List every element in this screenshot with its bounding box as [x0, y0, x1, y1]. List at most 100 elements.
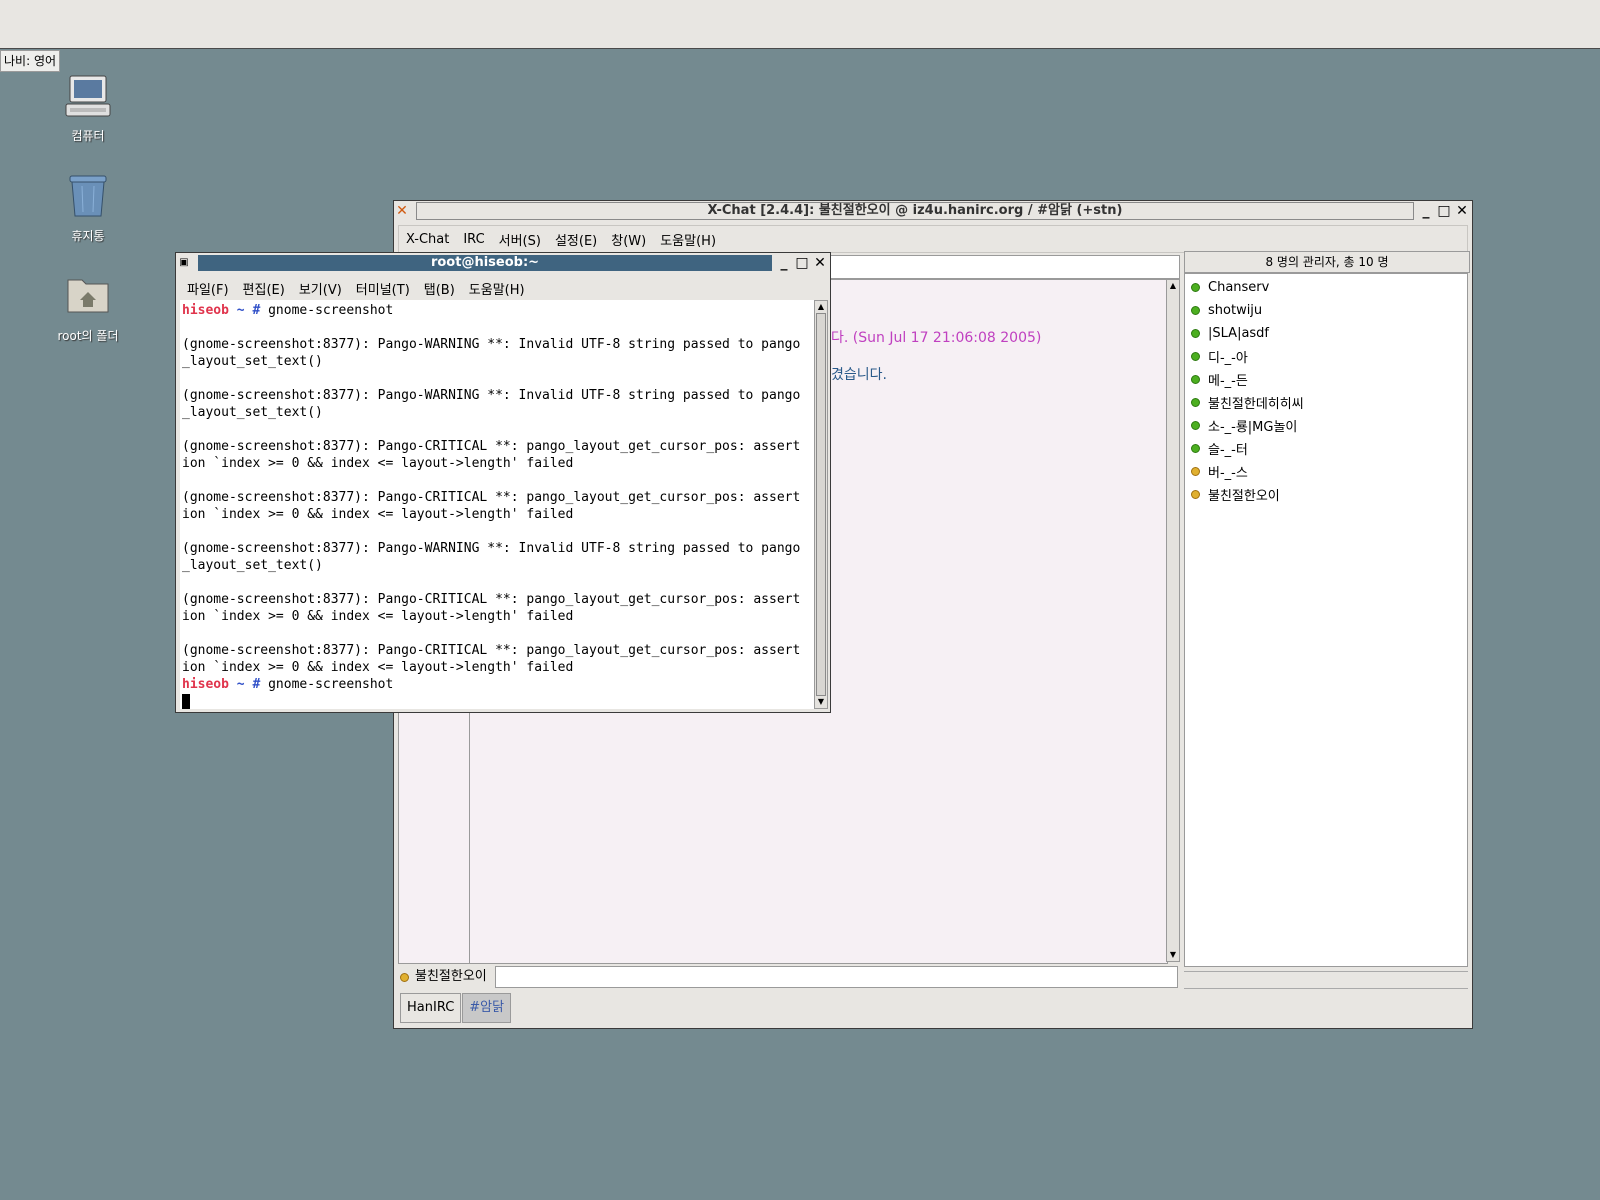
desktop-icon-label: 컴퓨터: [71, 129, 105, 143]
menu-irc[interactable]: IRC: [456, 232, 491, 247]
scroll-thumb[interactable]: [816, 313, 826, 696]
scroll-down-arrow-icon[interactable]: ▼: [815, 696, 827, 708]
user-nick: shotwiju: [1208, 303, 1263, 318]
computer-icon: [65, 75, 111, 117]
terminal-line: (gnome-screenshot:8377): Pango-WARNING *…: [182, 337, 801, 352]
desktop-icon-computer[interactable]: 컴퓨터: [38, 72, 138, 144]
terminal-title: root@hiseob:~: [198, 255, 772, 271]
desktop-icon-home-folder[interactable]: root의 폴더: [38, 272, 138, 344]
terminal-titlebar[interactable]: ▣ root@hiseob:~ _ □ ✕: [176, 253, 830, 273]
user-list[interactable]: Chanserv shotwiju |SLA|asdf 디-_-아 메-_-든 …: [1184, 273, 1468, 967]
voice-status-icon: [400, 972, 409, 982]
desktop-icon-trash[interactable]: 휴지통: [38, 172, 138, 244]
user-list-item[interactable]: 불친절한데히히씨: [1185, 391, 1467, 414]
user-list-item[interactable]: shotwiju: [1185, 299, 1467, 322]
terminal-line: hiseob ~ # gnome-screenshot: [182, 302, 812, 319]
scroll-down-arrow-icon[interactable]: ▼: [1167, 949, 1179, 961]
menu-server[interactable]: 서버(S): [492, 230, 548, 249]
chat-line: 겼습니다.: [831, 367, 887, 383]
user-list-item[interactable]: |SLA|asdf: [1185, 322, 1467, 345]
menu-view[interactable]: 보기(V): [292, 279, 349, 298]
close-button[interactable]: ✕: [1454, 203, 1470, 219]
prompt-command: gnome-screenshot: [268, 303, 394, 318]
scroll-up-arrow-icon[interactable]: ▲: [815, 301, 827, 313]
menu-window[interactable]: 창(W): [604, 230, 653, 249]
terminal-line: [182, 693, 812, 709]
prompt-symbol: ~ #: [236, 677, 261, 692]
user-list-item[interactable]: 소-_-룡|MG놀이: [1185, 414, 1467, 437]
tab-hanirc[interactable]: HanIRC: [400, 993, 462, 1023]
terminal-line: ion `index >= 0 && index <= layout->leng…: [182, 660, 574, 675]
voice-status-icon: [1191, 467, 1200, 476]
xchat-titlebar[interactable]: ✕ X-Chat [2.4.4]: 불친절한오이 @ iz4u.hanirc.o…: [394, 201, 1472, 221]
trash-icon: [69, 175, 107, 217]
user-nick: 불친절한데히히씨: [1208, 397, 1304, 412]
menu-file[interactable]: 파일(F): [180, 279, 236, 298]
chat-line: 다. (Sun Jul 17 21:06:08 2005): [831, 330, 1042, 346]
user-nick: 슬-_-터: [1208, 443, 1248, 458]
nick-button[interactable]: 불친절한오이: [398, 966, 494, 988]
op-status-icon: [1191, 283, 1200, 292]
terminal-line: _layout_set_text(): [182, 354, 323, 369]
user-nick: Chanserv: [1208, 280, 1270, 295]
close-button[interactable]: ✕: [812, 255, 828, 271]
op-status-icon: [1191, 444, 1200, 453]
minimize-button[interactable]: _: [776, 255, 792, 271]
op-status-icon: [1191, 352, 1200, 361]
user-nick: 버-_-스: [1208, 466, 1248, 481]
voice-status-icon: [1191, 490, 1200, 499]
text-cursor: [182, 694, 190, 709]
terminal-line: (gnome-screenshot:8377): Pango-WARNING *…: [182, 388, 801, 403]
menu-help[interactable]: 도움말(H): [462, 279, 532, 298]
op-status-icon: [1191, 398, 1200, 407]
user-list-item[interactable]: 디-_-아: [1185, 345, 1467, 368]
terminal-output[interactable]: hiseob ~ # gnome-screenshot (gnome-screen…: [180, 300, 814, 709]
menu-terminal[interactable]: 터미널(T): [349, 279, 417, 298]
userlist-resize-grip[interactable]: [1184, 971, 1468, 989]
nick-label: 불친절한오이: [415, 969, 487, 984]
terminal-line: (gnome-screenshot:8377): Pango-CRITICAL …: [182, 490, 801, 505]
message-input[interactable]: [495, 966, 1178, 988]
menu-edit[interactable]: 편집(E): [236, 279, 292, 298]
user-list-item[interactable]: 메-_-든: [1185, 368, 1467, 391]
terminal-window: ▣ root@hiseob:~ _ □ ✕ 파일(F) 편집(E) 보기(V) …: [175, 252, 831, 713]
terminal-line: hiseob ~ # gnome-screenshot: [182, 676, 812, 693]
channel-tabs: HanIRC #암닭: [400, 993, 512, 1023]
user-list-item[interactable]: Chanserv: [1185, 276, 1467, 299]
user-list-item[interactable]: 버-_-스: [1185, 460, 1467, 483]
menu-settings[interactable]: 설정(E): [548, 230, 604, 249]
xchat-menubar: X-Chat IRC 서버(S) 설정(E) 창(W) 도움말(H): [398, 225, 1468, 253]
menu-xchat[interactable]: X-Chat: [399, 232, 456, 247]
op-status-icon: [1191, 421, 1200, 430]
user-nick: 디-_-아: [1208, 351, 1248, 366]
scroll-up-arrow-icon[interactable]: ▲: [1167, 280, 1179, 292]
userlist-header: 8 명의 관리자, 총 10 명: [1184, 251, 1470, 273]
chat-scrollbar[interactable]: ▲ ▼: [1166, 279, 1180, 962]
prompt-user: hiseob: [182, 677, 229, 692]
menu-help[interactable]: 도움말(H): [653, 230, 723, 249]
user-list-item[interactable]: 슬-_-터: [1185, 437, 1467, 460]
maximize-button[interactable]: □: [794, 255, 810, 271]
terminal-line: (gnome-screenshot:8377): Pango-CRITICAL …: [182, 643, 801, 658]
terminal-scrollbar[interactable]: ▲ ▼: [814, 300, 828, 709]
terminal-line: (gnome-screenshot:8377): Pango-WARNING *…: [182, 541, 801, 556]
menu-tabs[interactable]: 탭(B): [417, 279, 462, 298]
tab-channel[interactable]: #암닭: [462, 993, 512, 1023]
terminal-line: ion `index >= 0 && index <= layout->leng…: [182, 609, 574, 624]
prompt-command: gnome-screenshot: [268, 677, 394, 692]
terminal-app-icon[interactable]: ▣: [176, 255, 192, 271]
op-status-icon: [1191, 329, 1200, 338]
minimize-button[interactable]: _: [1418, 203, 1434, 219]
user-nick: 메-_-든: [1208, 374, 1248, 389]
maximize-button[interactable]: □: [1436, 203, 1452, 219]
terminal-menubar: 파일(F) 편집(E) 보기(V) 터미널(T) 탭(B) 도움말(H): [180, 275, 826, 301]
user-list-item[interactable]: 불친절한오이: [1185, 483, 1467, 506]
input-method-indicator[interactable]: 나비: 영어: [0, 50, 61, 72]
xchat-app-icon[interactable]: ✕: [394, 203, 410, 219]
